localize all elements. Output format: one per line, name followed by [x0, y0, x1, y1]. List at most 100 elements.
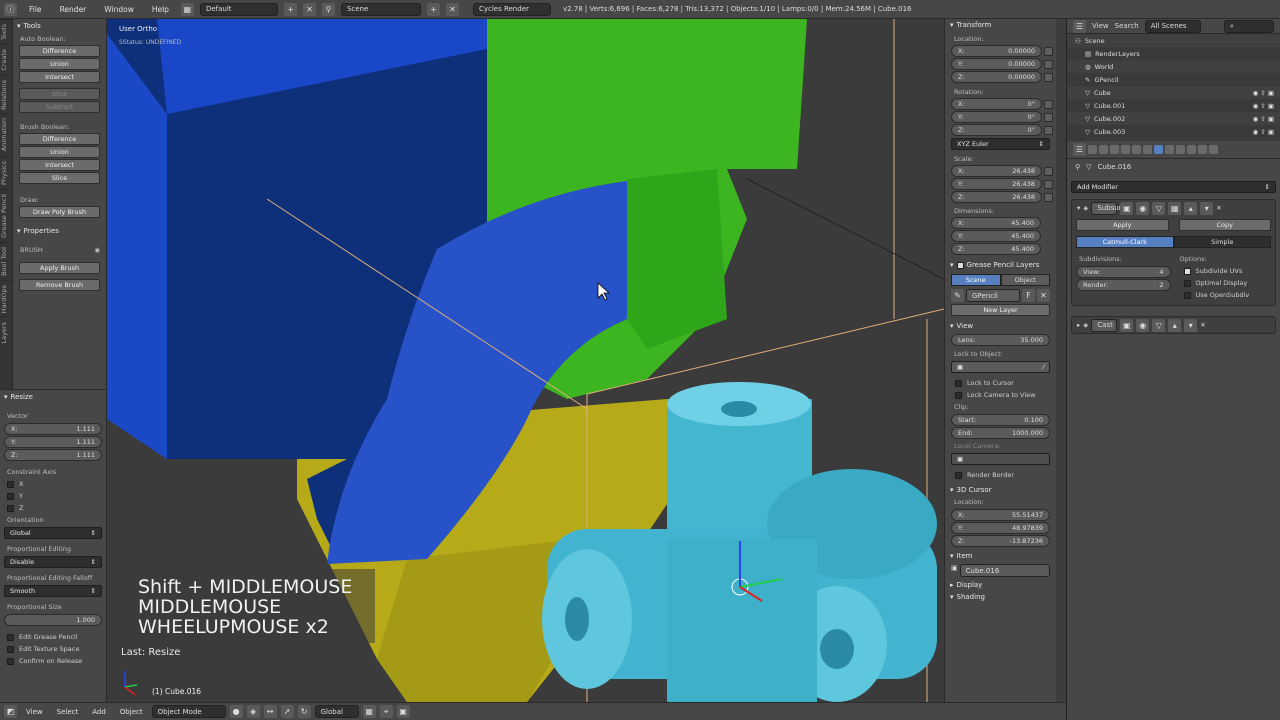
lock-to-cursor-checkbox[interactable]: Lock to Cursor [948, 374, 1053, 389]
vector-x-field[interactable]: X: 1.111 [4, 423, 102, 435]
menu-render[interactable]: Render [54, 5, 93, 14]
manipulator-icon[interactable]: ↔ [263, 705, 277, 718]
editmode-toggle-icon[interactable]: ▽ [1152, 318, 1166, 332]
physics-tab-icon[interactable] [1209, 145, 1218, 154]
constraint-z-checkbox[interactable]: Z [0, 502, 106, 514]
lock-icon[interactable] [1044, 179, 1053, 189]
simple-toggle[interactable]: Simple [1173, 236, 1271, 248]
lock-object-field[interactable]: ▣ ⁄ [951, 361, 1050, 373]
particles-tab-icon[interactable] [1198, 145, 1207, 154]
brush-difference-button[interactable]: Difference [19, 133, 100, 145]
prop-edit-select[interactable]: Disable ⇕ [4, 556, 102, 568]
scale-y-field[interactable]: Y: 26.438 [951, 178, 1042, 190]
vector-z-field[interactable]: Z: 1.111 [4, 449, 102, 461]
apply-brush-button[interactable]: Apply Brush [19, 262, 100, 274]
menu-object[interactable]: Object [115, 708, 148, 716]
eye-icon[interactable]: ◉ ⇧ ▣ [1253, 128, 1280, 136]
display-mode-select[interactable]: All Scenes [1144, 19, 1201, 33]
tab-bool-tool[interactable]: Bool Tool [0, 241, 13, 280]
item-header[interactable]: ▾ Item [948, 550, 1053, 562]
close-icon[interactable]: ✕ [1216, 204, 1221, 212]
auto-intersect-button[interactable]: Intersect [19, 71, 100, 83]
auto-subtract-button[interactable]: Subtract [19, 101, 100, 113]
eye-icon[interactable]: ◉ ⇧ ▣ [1253, 89, 1280, 97]
outliner-item-renderlayers[interactable]: ▤ RenderLayers [1067, 47, 1280, 60]
modifier-name-field[interactable]: Subsur [1091, 201, 1122, 215]
close-icon[interactable]: ✕ [1200, 321, 1205, 329]
lock-icon[interactable] [1044, 166, 1053, 176]
brush-intersect-button[interactable]: Intersect [19, 159, 100, 171]
add-layout-icon[interactable]: + [283, 2, 297, 16]
copy-button[interactable]: Copy [1178, 219, 1271, 231]
move-down-icon[interactable]: ▾ [1200, 201, 1214, 215]
menu-help[interactable]: Help [146, 5, 175, 14]
outliner-menu-view[interactable]: View [1092, 22, 1109, 30]
gpencil-name-field[interactable]: GPencil [966, 289, 1020, 302]
outliner-item-cube-003[interactable]: ▽ Cube.003 ◉ ⇧ ▣ [1067, 125, 1280, 138]
rotation-mode-select[interactable]: XYZ Euler ⇕ [951, 138, 1050, 150]
render-toggle-icon[interactable]: ▣ [1120, 318, 1134, 332]
rotation-z-field[interactable]: Z: 0° [951, 124, 1042, 136]
constraints-tab-icon[interactable] [1143, 145, 1152, 154]
object-tab-icon[interactable] [1132, 145, 1141, 154]
eye-icon[interactable]: ◉ ⇧ ▣ [1253, 115, 1280, 123]
constraint-y-checkbox[interactable]: Y [0, 490, 106, 502]
outliner-search-field[interactable]: ⌕ [1224, 19, 1274, 33]
clip-end-field[interactable]: End: 1000.000 [951, 427, 1050, 439]
shading-header[interactable]: ▾ Shading [948, 591, 1053, 603]
location-z-field[interactable]: Z: 0.00000 [951, 71, 1042, 83]
edit-grease-pencil-checkbox[interactable]: Edit Grease Pencil [0, 627, 106, 643]
menu-select[interactable]: Select [52, 708, 84, 716]
lock-icon[interactable] [1044, 59, 1053, 69]
orientation-select[interactable]: Global [314, 705, 359, 718]
lock-icon[interactable] [1044, 112, 1053, 122]
screen-layout-select[interactable]: Default [199, 2, 278, 16]
menu-file[interactable]: File [23, 5, 48, 14]
shading-icon[interactable]: ● [229, 705, 243, 718]
modifier-tab-icon[interactable] [1154, 145, 1163, 154]
editor-type-icon[interactable]: ☰ [1073, 19, 1086, 33]
grease-pencil-header[interactable]: ▾ Grease Pencil Layers [948, 259, 1053, 271]
outliner-item-gpencil[interactable]: ✎ GPencil [1067, 73, 1280, 86]
location-y-field[interactable]: Y: 0.00000 [951, 58, 1042, 70]
use-opensubdiv-checkbox[interactable]: Use OpenSubdiv [1177, 289, 1272, 301]
auto-union-button[interactable]: Union [19, 58, 100, 70]
new-layer-button[interactable]: New Layer [951, 304, 1050, 316]
tab-animation[interactable]: Animation [0, 113, 13, 156]
layers-tab-icon[interactable] [1099, 145, 1108, 154]
cursor-y-field[interactable]: Y: 48.97839 [951, 522, 1050, 534]
properties-panel-header[interactable]: ▾ Properties [13, 224, 106, 238]
scene-tab-icon[interactable] [1110, 145, 1119, 154]
optimal-display-checkbox[interactable]: Optimal Display [1177, 277, 1272, 289]
render-preview-icon[interactable]: ▣ [396, 705, 410, 718]
rotation-y-field[interactable]: Y: 0° [951, 111, 1042, 123]
menu-add[interactable]: Add [87, 708, 111, 716]
texture-tab-icon[interactable] [1187, 145, 1196, 154]
tab-hardops[interactable]: HardOps [0, 279, 13, 317]
scale-x-field[interactable]: X: 26.438 [951, 165, 1042, 177]
collapse-icon[interactable]: ▾ [1077, 204, 1080, 212]
scene-select[interactable]: Scene [340, 2, 421, 16]
material-tab-icon[interactable] [1176, 145, 1185, 154]
scale-z-field[interactable]: Z: 26.438 [951, 191, 1042, 203]
brush-union-button[interactable]: Union [19, 146, 100, 158]
move-down-icon[interactable]: ▾ [1184, 318, 1198, 332]
3d-cursor-header[interactable]: ▾ 3D Cursor [948, 484, 1053, 496]
move-up-icon[interactable]: ▴ [1168, 318, 1182, 332]
apply-button[interactable]: Apply [1076, 219, 1169, 231]
expand-icon[interactable]: ▸ [1077, 321, 1080, 329]
subdivide-uvs-checkbox[interactable]: Subdivide UVs [1177, 265, 1272, 277]
clip-start-field[interactable]: Start: 0.100 [951, 414, 1050, 426]
outliner-menu-search[interactable]: Search [1115, 22, 1139, 30]
brush-slice-button[interactable]: Slice [19, 172, 100, 184]
unlink-icon[interactable]: ✕ [1037, 289, 1050, 302]
lock-camera-checkbox[interactable]: Lock Camera to View [948, 389, 1053, 401]
dimension-x-field[interactable]: X: 45.400 [951, 217, 1041, 229]
rotate-icon[interactable]: ↻ [297, 705, 311, 718]
outliner-item-cube-002[interactable]: ▽ Cube.002 ◉ ⇧ ▣ [1067, 112, 1280, 125]
cursor-z-field[interactable]: Z: -13.87236 [951, 535, 1050, 547]
confirm-on-release-checkbox[interactable]: Confirm on Release [0, 655, 106, 667]
world-tab-icon[interactable] [1121, 145, 1130, 154]
menu-window[interactable]: Window [98, 5, 140, 14]
lock-icon[interactable] [1044, 72, 1053, 82]
